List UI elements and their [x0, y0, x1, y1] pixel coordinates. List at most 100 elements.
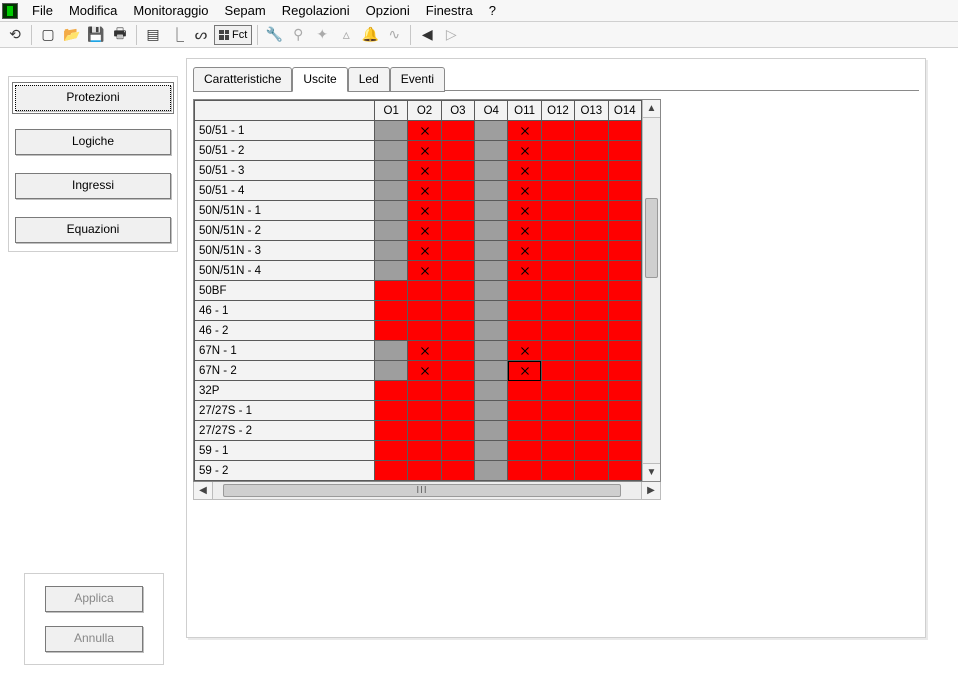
grid-cell[interactable] [541, 321, 574, 341]
grid-cell[interactable] [508, 401, 541, 421]
grid-cell[interactable] [575, 301, 608, 321]
grid-cell[interactable] [375, 321, 408, 341]
grid-cell[interactable] [608, 261, 641, 281]
col-O3[interactable]: O3 [441, 101, 474, 121]
grid-cell[interactable] [575, 341, 608, 361]
menu-modifica[interactable]: Modifica [61, 1, 125, 20]
grid-cell[interactable] [575, 121, 608, 141]
grid-cell[interactable] [575, 461, 608, 481]
grid-cell[interactable] [408, 181, 441, 201]
grid-cell[interactable] [408, 221, 441, 241]
grid-cell[interactable] [575, 241, 608, 261]
grid-cell[interactable] [441, 261, 474, 281]
grid-cell[interactable] [408, 321, 441, 341]
print-icon[interactable]: 🖶 [109, 24, 131, 46]
row-67n-2[interactable]: 67N - 2 [195, 361, 375, 381]
scroll-up-icon[interactable]: ▲ [643, 100, 660, 118]
grid-cell[interactable] [541, 421, 574, 441]
fct-button[interactable]: Fct [214, 25, 252, 45]
row-50n-51n-1[interactable]: 50N/51N - 1 [195, 201, 375, 221]
grid-cell[interactable] [608, 241, 641, 261]
grid-cell[interactable] [508, 161, 541, 181]
tab-uscite[interactable]: Uscite [292, 67, 347, 92]
undo-icon[interactable]: ⟲ [4, 24, 26, 46]
grid-cell[interactable] [408, 201, 441, 221]
nav-protezioni[interactable]: Protezioni [15, 85, 171, 111]
grid-cell[interactable] [475, 121, 508, 141]
grid-cell[interactable] [608, 381, 641, 401]
grid-cell[interactable] [508, 361, 541, 381]
grid-cell[interactable] [575, 281, 608, 301]
row-50-51-2[interactable]: 50/51 - 2 [195, 141, 375, 161]
grid-cell[interactable] [608, 281, 641, 301]
grid-cell[interactable] [475, 361, 508, 381]
row-50n-51n-3[interactable]: 50N/51N - 3 [195, 241, 375, 261]
grid-cell[interactable] [575, 141, 608, 161]
tool-icon[interactable]: 🔧 [263, 24, 285, 46]
grid-cell[interactable] [608, 221, 641, 241]
grid-cell[interactable] [441, 361, 474, 381]
grid-cell[interactable] [375, 301, 408, 321]
grid-cell[interactable] [575, 421, 608, 441]
grid-cell[interactable] [441, 441, 474, 461]
row-50-51-3[interactable]: 50/51 - 3 [195, 161, 375, 181]
grid-cell[interactable] [541, 401, 574, 421]
grid-cell[interactable] [508, 381, 541, 401]
nav-ingressi[interactable]: Ingressi [15, 173, 171, 199]
grid-cell[interactable] [375, 221, 408, 241]
grid-cell[interactable] [508, 201, 541, 221]
grid-cell[interactable] [441, 381, 474, 401]
grid-cell[interactable] [441, 421, 474, 441]
row-59-2[interactable]: 59 - 2 [195, 461, 375, 481]
row-50-51-4[interactable]: 50/51 - 4 [195, 181, 375, 201]
grid-cell[interactable] [608, 321, 641, 341]
tab-caratteristiche[interactable]: Caratteristiche [193, 67, 292, 92]
grid-cell[interactable] [375, 141, 408, 161]
grid-cell[interactable] [375, 381, 408, 401]
grid-cell[interactable] [541, 261, 574, 281]
grid-cell[interactable] [441, 141, 474, 161]
scroll-down-icon[interactable]: ▼ [643, 463, 660, 481]
grid-cell[interactable] [508, 341, 541, 361]
grid-cell[interactable] [441, 341, 474, 361]
row-67n-1[interactable]: 67N - 1 [195, 341, 375, 361]
row-46-2[interactable]: 46 - 2 [195, 321, 375, 341]
row-50-51-1[interactable]: 50/51 - 1 [195, 121, 375, 141]
grid-cell[interactable] [408, 461, 441, 481]
grid-cell[interactable] [508, 221, 541, 241]
grid-cell[interactable] [608, 301, 641, 321]
grid-cell[interactable] [508, 461, 541, 481]
menu-finestra[interactable]: Finestra [418, 1, 481, 20]
grid-cell[interactable] [441, 161, 474, 181]
grid-table[interactable]: O1O2O3O4O11O12O13O1450/51 - 150/51 - 250… [194, 100, 642, 481]
menu-monitoraggio[interactable]: Monitoraggio [125, 1, 216, 20]
grid-cell[interactable] [375, 341, 408, 361]
grid-cell[interactable] [508, 321, 541, 341]
menu-opzioni[interactable]: Opzioni [358, 1, 418, 20]
grid-cell[interactable] [508, 181, 541, 201]
grid-cell[interactable] [375, 441, 408, 461]
grid-cell[interactable] [475, 461, 508, 481]
menu-file[interactable]: File [24, 1, 61, 20]
grid-cell[interactable] [575, 221, 608, 241]
grid-cell[interactable] [441, 401, 474, 421]
menu-sepam[interactable]: Sepam [217, 1, 274, 20]
grid-cell[interactable] [408, 281, 441, 301]
grid-cell[interactable] [375, 281, 408, 301]
grid-cell[interactable] [408, 421, 441, 441]
scroll-track[interactable]: III [212, 482, 642, 499]
grid-cell[interactable] [375, 421, 408, 441]
grid-cell[interactable] [375, 401, 408, 421]
grid-cell[interactable] [475, 281, 508, 301]
grid-cell[interactable] [441, 121, 474, 141]
grid-cell[interactable] [475, 381, 508, 401]
nav-equazioni[interactable]: Equazioni [15, 217, 171, 243]
grid-cell[interactable] [575, 201, 608, 221]
grid-cell[interactable] [441, 321, 474, 341]
grid-cell[interactable] [541, 161, 574, 181]
grid-cell[interactable] [508, 241, 541, 261]
open-icon[interactable]: 📂 [61, 24, 83, 46]
grid-cell[interactable] [441, 221, 474, 241]
tab-eventi[interactable]: Eventi [390, 67, 445, 92]
grid-cell[interactable] [541, 221, 574, 241]
